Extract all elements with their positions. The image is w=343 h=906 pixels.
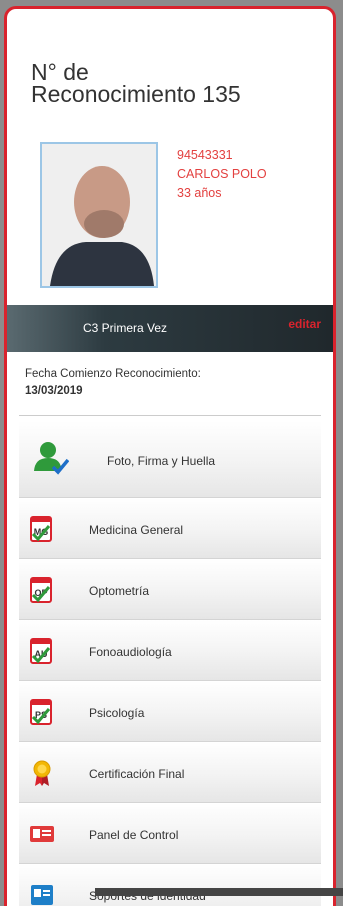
patient-photo: [40, 142, 158, 288]
start-date-value: 13/03/2019: [25, 385, 83, 397]
menu-item-label: Psicología: [89, 706, 145, 720]
menu-item-optometria[interactable]: OP Optometría: [19, 559, 321, 620]
patient-photo-image: [42, 144, 156, 286]
recognition-panel: N° de Reconocimiento 135 94543331 CARLOS…: [4, 6, 336, 906]
menu-item-fonoaudiologia[interactable]: AU Fonoaudiología: [19, 620, 321, 681]
divider: [19, 415, 321, 416]
psychology-doc-icon: PS: [30, 699, 52, 725]
menu-item-label: Certificación Final: [89, 767, 185, 781]
medicine-doc-icon: MG: [30, 516, 52, 542]
start-date-block: Fecha Comienzo Reconocimiento: 13/03/201…: [25, 366, 201, 400]
patient-age: 33 años: [177, 186, 222, 200]
menu-item-label: Panel de Control: [89, 828, 179, 842]
menu-item-photo-signature[interactable]: Foto, Firma y Huella: [19, 421, 321, 498]
award-ribbon-icon: [33, 760, 51, 786]
scroll-overlay-bar: [95, 888, 343, 896]
start-date-label: Fecha Comienzo Reconocimiento:: [25, 368, 201, 380]
document-id-icon: [31, 885, 53, 905]
optometry-doc-icon: OP: [30, 577, 52, 603]
page-title: N° de Reconocimiento 135: [31, 59, 321, 107]
patient-name: CARLOS POLO: [177, 167, 267, 181]
menu-item-label: Fonoaudiología: [89, 645, 172, 659]
menu-item-certificacion-final[interactable]: Certificación Final: [19, 742, 321, 803]
menu-item-medicina-general[interactable]: MG Medicina General: [19, 498, 321, 559]
user-check-icon: [34, 442, 69, 475]
page-title-line2: Reconocimiento 135: [31, 81, 241, 107]
page-title-line1: N° de: [31, 59, 89, 85]
id-card-icon: [30, 826, 54, 842]
menu-list: Foto, Firma y Huella MG Medicina General…: [19, 421, 321, 906]
menu-item-label: Foto, Firma y Huella: [107, 454, 216, 468]
menu-item-label: Optometría: [89, 584, 150, 598]
edit-link[interactable]: editar: [288, 317, 321, 331]
license-banner: C3 Primera Vez editar: [7, 305, 333, 352]
audiology-doc-icon: AU: [30, 638, 52, 664]
license-type: C3 Primera Vez: [83, 321, 168, 335]
menu-item-label: Medicina General: [89, 523, 184, 537]
menu-item-psicologia[interactable]: PS Psicología: [19, 681, 321, 742]
menu-item-panel-control[interactable]: Panel de Control: [19, 803, 321, 864]
menu-item-soportes-identidad[interactable]: Soportes de identidad: [19, 864, 321, 906]
patient-id: 94543331: [177, 148, 233, 162]
patient-info: 94543331 CARLOS POLO 33 años: [177, 146, 267, 203]
